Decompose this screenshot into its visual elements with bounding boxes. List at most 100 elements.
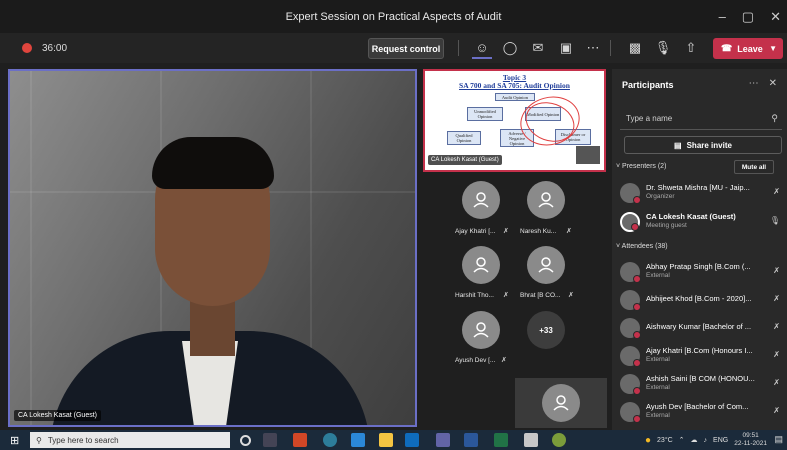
- mic-off-icon: ✗: [503, 292, 509, 299]
- leave-label: Leave: [737, 43, 763, 54]
- teams-icon[interactable]: [436, 433, 450, 447]
- outlook-icon[interactable]: [405, 433, 419, 447]
- close-icon[interactable]: ✕: [769, 78, 777, 89]
- leave-button[interactable]: ☎ Leave ▼: [713, 38, 783, 59]
- weather-icon[interactable]: ●: [645, 435, 651, 446]
- participant-row-role: External: [646, 384, 670, 391]
- attendees-section-header[interactable]: ˅ Attendees (38): [616, 243, 668, 250]
- slide-thumbnail: [576, 146, 600, 164]
- search-placeholder: Type a name: [626, 114, 673, 123]
- participant-row[interactable]: Aishwary Kumar [Bachelor of ... ✗: [620, 315, 780, 343]
- store-icon[interactable]: [351, 433, 365, 447]
- attendees-header-label: Attendees (38): [621, 243, 668, 250]
- clock-date: 22-11-2021: [734, 440, 767, 447]
- mic-off-icon: ✗: [773, 187, 780, 196]
- avatar: [620, 212, 640, 232]
- window-controls: – ▢ ✕: [719, 0, 781, 33]
- share-screen-icon[interactable]: ⇧: [681, 37, 701, 59]
- chevron-down-icon[interactable]: ▼: [769, 44, 777, 53]
- language-indicator[interactable]: ENG: [713, 437, 728, 444]
- cloud-icon[interactable]: ☁: [691, 436, 698, 444]
- participant-avatar[interactable]: [462, 181, 500, 219]
- self-view-tile[interactable]: [515, 378, 607, 428]
- tray-chevron-icon[interactable]: ⌃: [679, 436, 685, 444]
- task-view-icon[interactable]: [263, 433, 277, 447]
- person-icon: [473, 192, 489, 208]
- share-invite-label: Share invite: [686, 140, 732, 150]
- person-icon: [473, 257, 489, 273]
- participant-avatar[interactable]: [462, 246, 500, 284]
- slide-title-line2: SA 700 and SA 705: Audit Opinion: [459, 81, 570, 90]
- mic-off-icon: ✗: [773, 406, 780, 415]
- minimize-icon[interactable]: –: [719, 9, 726, 24]
- participant-avatar[interactable]: [462, 311, 500, 349]
- participant-row[interactable]: Abhay Pratap Singh [B.Com (... External …: [620, 259, 780, 287]
- participant-name: Ayush Dev [...: [455, 357, 496, 364]
- share-invite-button[interactable]: ▤ Share invite: [624, 136, 782, 154]
- file-explorer-icon[interactable]: [379, 433, 393, 447]
- maximize-icon[interactable]: ▢: [742, 9, 754, 25]
- mic-off-icon: ✗: [568, 292, 574, 299]
- excel-icon[interactable]: [494, 433, 508, 447]
- mute-all-button[interactable]: Mute all: [734, 160, 774, 174]
- mic-off-icon: ✗: [773, 266, 780, 275]
- mic-off-icon: ✗: [773, 350, 780, 359]
- search-icon: ⚲: [36, 435, 42, 445]
- clock[interactable]: 09:51 22-11-2021: [734, 432, 767, 448]
- participant-search-input[interactable]: Type a name ⚲: [620, 109, 782, 130]
- people-icon[interactable]: ☺: [472, 37, 492, 59]
- participant-row[interactable]: Ashish Saini [B COM (HONOU... External ✗: [620, 371, 780, 399]
- participant-row[interactable]: Ayush Dev [Bachelor of Com... External ✗: [620, 399, 780, 427]
- panel-title: Participants: [622, 80, 674, 90]
- participant-name: Naresh Ku...: [520, 228, 557, 235]
- word-icon[interactable]: [464, 433, 478, 447]
- more-options-icon[interactable]: ⋯: [583, 37, 603, 59]
- participant-row-role: Meeting guest: [646, 222, 687, 229]
- close-icon[interactable]: ✕: [770, 9, 781, 25]
- edge-icon[interactable]: [323, 433, 337, 447]
- participant-row[interactable]: Dr. Shweta Mishra [MU - Jaip... Organize…: [620, 180, 780, 208]
- person-icon: [538, 192, 554, 208]
- participant-avatar[interactable]: [527, 246, 565, 284]
- participant-row-name: Aishwary Kumar [Bachelor of ...: [646, 322, 752, 331]
- participant-row[interactable]: CA Lokesh Kasat (Guest) Meeting guest 🎙: [620, 209, 780, 237]
- participant-name: Bhrat [B CO...: [520, 292, 561, 299]
- mic-off-icon[interactable]: 🎙: [653, 37, 673, 59]
- request-control-button[interactable]: Request control: [368, 38, 444, 59]
- mic-icon: 🎙: [769, 216, 780, 225]
- taskbar-search-input[interactable]: ⚲ Type here to search: [30, 432, 230, 448]
- person-icon: [473, 322, 489, 338]
- participant-row-role: External: [646, 356, 670, 363]
- volume-icon[interactable]: ♪: [704, 437, 708, 444]
- app-icon[interactable]: [552, 433, 566, 447]
- presenters-section-header[interactable]: ˅ Presenters (2): [616, 163, 666, 170]
- overflow-participants-button[interactable]: +33: [527, 311, 565, 349]
- rooms-icon[interactable]: ▣: [556, 37, 576, 59]
- mic-off-icon: ✗: [503, 228, 509, 235]
- mic-off-icon: ✗: [773, 294, 780, 303]
- lock-icon[interactable]: [524, 433, 538, 447]
- main-video-stage[interactable]: CA Lokesh Kasat (Guest): [8, 69, 417, 427]
- temperature: 23°C: [657, 436, 673, 444]
- shared-content-tile[interactable]: Topic 3 SA 700 and SA 705: Audit Opinion…: [423, 69, 606, 172]
- person-icon: [538, 257, 554, 273]
- powerpoint-icon[interactable]: [293, 433, 307, 447]
- participant-row[interactable]: Ajay Khatri [B.Com (Honours I... Externa…: [620, 343, 780, 371]
- reactions-icon[interactable]: ✉: [528, 37, 548, 59]
- chevron-down-icon: ˅: [616, 243, 621, 250]
- cortana-icon[interactable]: [240, 435, 251, 446]
- participant-avatar[interactable]: [527, 181, 565, 219]
- panel-controls: ⋯ ✕: [749, 78, 777, 89]
- chat-icon[interactable]: ◯: [500, 37, 520, 59]
- notification-icon[interactable]: ▤: [774, 434, 783, 445]
- windows-start-icon[interactable]: ⊞: [10, 434, 19, 447]
- title-bar: Expert Session on Practical Aspects of A…: [0, 0, 787, 33]
- participant-row[interactable]: Abhijeet Khod [B.Com - 2020]... ✗: [620, 287, 780, 315]
- search-icon[interactable]: ⚲: [771, 113, 778, 124]
- camera-off-icon[interactable]: ▩: [625, 37, 645, 59]
- clock-time: 09:51: [742, 432, 759, 439]
- more-options-icon[interactable]: ⋯: [749, 78, 759, 89]
- participant-name: Harshit Tho...: [455, 292, 494, 299]
- person-icon: [553, 395, 569, 411]
- participant-row-role: External: [646, 272, 670, 279]
